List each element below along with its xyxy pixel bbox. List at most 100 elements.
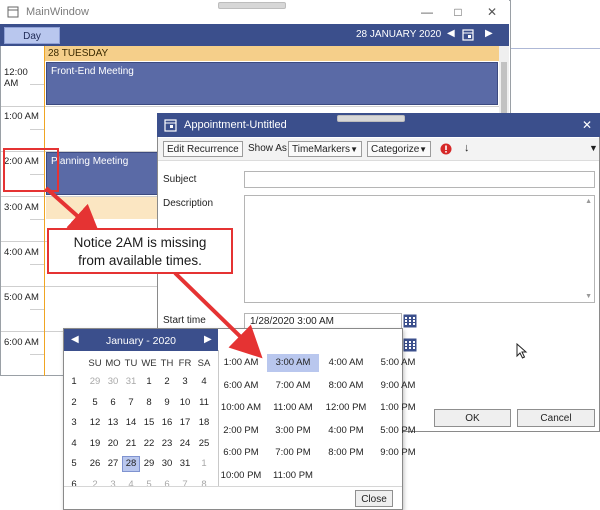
- calendar-day[interactable]: 25: [195, 436, 213, 452]
- edit-recurrence-button[interactable]: Edit Recurrence: [163, 141, 243, 157]
- high-importance-icon[interactable]: [440, 143, 452, 155]
- time-option[interactable]: 9:00 AM: [372, 377, 424, 395]
- categorize-dropdown[interactable]: Categorize ▼: [367, 141, 431, 157]
- time-option[interactable]: 8:00 AM: [320, 377, 372, 395]
- time-option[interactable]: 1:00 AM: [215, 354, 267, 372]
- calendar-day[interactable]: 10: [176, 395, 194, 411]
- close-picker-button[interactable]: Close: [355, 490, 393, 507]
- time-option[interactable]: 11:00 PM: [267, 467, 319, 485]
- time-option[interactable]: 7:00 AM: [267, 377, 319, 395]
- calendar-day[interactable]: 24: [176, 436, 194, 452]
- calendar-day[interactable]: 7: [122, 395, 140, 411]
- calendar-day[interactable]: 9: [158, 395, 176, 411]
- calendar-day[interactable]: 30: [104, 374, 122, 390]
- time-option[interactable]: 7:00 PM: [267, 444, 319, 462]
- time-option[interactable]: 10:00 AM: [215, 399, 267, 417]
- calendar-day[interactable]: 2: [158, 374, 176, 390]
- calendar-day[interactable]: 6: [104, 395, 122, 411]
- calendar-day[interactable]: 11: [195, 395, 213, 411]
- calendar-day[interactable]: 3: [176, 374, 194, 390]
- calendar-day[interactable]: 13: [104, 415, 122, 431]
- calendar-day[interactable]: 29: [86, 374, 104, 390]
- half-hour-tick: [30, 309, 44, 310]
- dialog-close-icon[interactable]: ✕: [582, 118, 592, 132]
- time-option-selected[interactable]: 3:00 AM: [267, 354, 319, 372]
- calendar-day[interactable]: 26: [86, 456, 104, 472]
- time-option[interactable]: 6:00 PM: [215, 444, 267, 462]
- overflow-menu-icon[interactable]: ▼: [589, 143, 598, 153]
- calendar-day[interactable]: 18: [195, 415, 213, 431]
- scroll-up-icon[interactable]: ▲: [585, 198, 592, 205]
- calendar-day[interactable]: 20: [104, 436, 122, 452]
- time-option[interactable]: 4:00 AM: [320, 354, 372, 372]
- calendar-icon[interactable]: [462, 28, 474, 41]
- dialog-drag-handle[interactable]: [337, 115, 405, 122]
- calendar-day[interactable]: 12: [86, 415, 104, 431]
- calendar-day[interactable]: 29: [140, 456, 158, 472]
- calendar-day[interactable]: 4: [195, 374, 213, 390]
- calendar-day[interactable]: 19: [86, 436, 104, 452]
- next-month-icon[interactable]: ▶: [204, 334, 212, 345]
- close-icon[interactable]: ✕: [481, 3, 503, 21]
- calendar-day[interactable]: 15: [140, 415, 158, 431]
- calendar-day[interactable]: 6: [158, 477, 176, 493]
- calendar-day[interactable]: 3: [104, 477, 122, 493]
- time-option[interactable]: 5:00 AM: [372, 354, 424, 372]
- time-slot-label: 6:00 AM: [4, 337, 39, 348]
- time-option[interactable]: 2:00 PM: [215, 422, 267, 440]
- calendar-day[interactable]: 5: [86, 395, 104, 411]
- current-time-line: [44, 46, 45, 376]
- calendar-day[interactable]: 31: [122, 374, 140, 390]
- calendar-day[interactable]: 2: [86, 477, 104, 493]
- time-option[interactable]: 11:00 AM: [267, 399, 319, 417]
- calendar-day[interactable]: 31: [176, 456, 194, 472]
- time-option[interactable]: 3:00 PM: [267, 422, 319, 440]
- subject-input[interactable]: [244, 171, 595, 188]
- datetime-picker-icon[interactable]: [403, 314, 417, 328]
- low-importance-icon[interactable]: ↓: [464, 142, 470, 154]
- calendar-day[interactable]: 16: [158, 415, 176, 431]
- description-textarea[interactable]: ▲ ▼: [244, 195, 595, 303]
- ok-button[interactable]: OK: [434, 409, 511, 427]
- title-drag-handle[interactable]: [218, 2, 286, 9]
- time-option[interactable]: 1:00 PM: [372, 399, 424, 417]
- calendar-day[interactable]: 22: [140, 436, 158, 452]
- previous-icon[interactable]: ◀: [447, 28, 455, 39]
- minimize-icon[interactable]: —: [416, 3, 438, 21]
- calendar-day[interactable]: 8: [140, 395, 158, 411]
- time-option[interactable]: 4:00 PM: [320, 422, 372, 440]
- time-option[interactable]: 8:00 PM: [320, 444, 372, 462]
- calendar-day[interactable]: 4: [122, 477, 140, 493]
- calendar-day[interactable]: 30: [158, 456, 176, 472]
- calendar-day[interactable]: 1: [140, 374, 158, 390]
- day-header[interactable]: 28 TUESDAY: [44, 46, 499, 61]
- show-as-dropdown[interactable]: TimeMarkers ▼: [288, 141, 362, 157]
- time-option[interactable]: 12:00 PM: [320, 399, 372, 417]
- calendar-day[interactable]: 21: [122, 436, 140, 452]
- calendar-day[interactable]: 5: [140, 477, 158, 493]
- calendar-day[interactable]: 23: [158, 436, 176, 452]
- scroll-down-icon[interactable]: ▼: [585, 293, 592, 300]
- start-time-input[interactable]: 1/28/2020 3:00 AM: [244, 313, 402, 329]
- day-view-button[interactable]: Day: [4, 27, 60, 44]
- cancel-button[interactable]: Cancel: [517, 409, 595, 427]
- calendar-day-selected[interactable]: 28: [122, 456, 140, 472]
- time-option[interactable]: 10:00 PM: [215, 467, 267, 485]
- calendar-day[interactable]: 8: [195, 477, 213, 493]
- half-hour-tick: [30, 129, 44, 130]
- calendar-day[interactable]: 7: [176, 477, 194, 493]
- calendar-day[interactable]: 1: [195, 456, 213, 472]
- appointment-front-end-meeting[interactable]: Front-End Meeting: [46, 62, 498, 105]
- show-as-label: Show As: [248, 143, 287, 154]
- calendar-day[interactable]: 14: [122, 415, 140, 431]
- datetime-picker-icon[interactable]: [403, 338, 417, 352]
- calendar-day[interactable]: 27: [104, 456, 122, 472]
- next-icon[interactable]: ▶: [485, 28, 493, 39]
- time-option[interactable]: 9:00 PM: [372, 444, 424, 462]
- calendar-month-title[interactable]: January - 2020: [78, 335, 204, 347]
- time-option[interactable]: 6:00 AM: [215, 377, 267, 395]
- calendar-day[interactable]: 17: [176, 415, 194, 431]
- time-slot-label: 4:00 AM: [4, 247, 39, 258]
- time-option[interactable]: 5:00 PM: [372, 422, 424, 440]
- maximize-icon[interactable]: □: [447, 3, 469, 21]
